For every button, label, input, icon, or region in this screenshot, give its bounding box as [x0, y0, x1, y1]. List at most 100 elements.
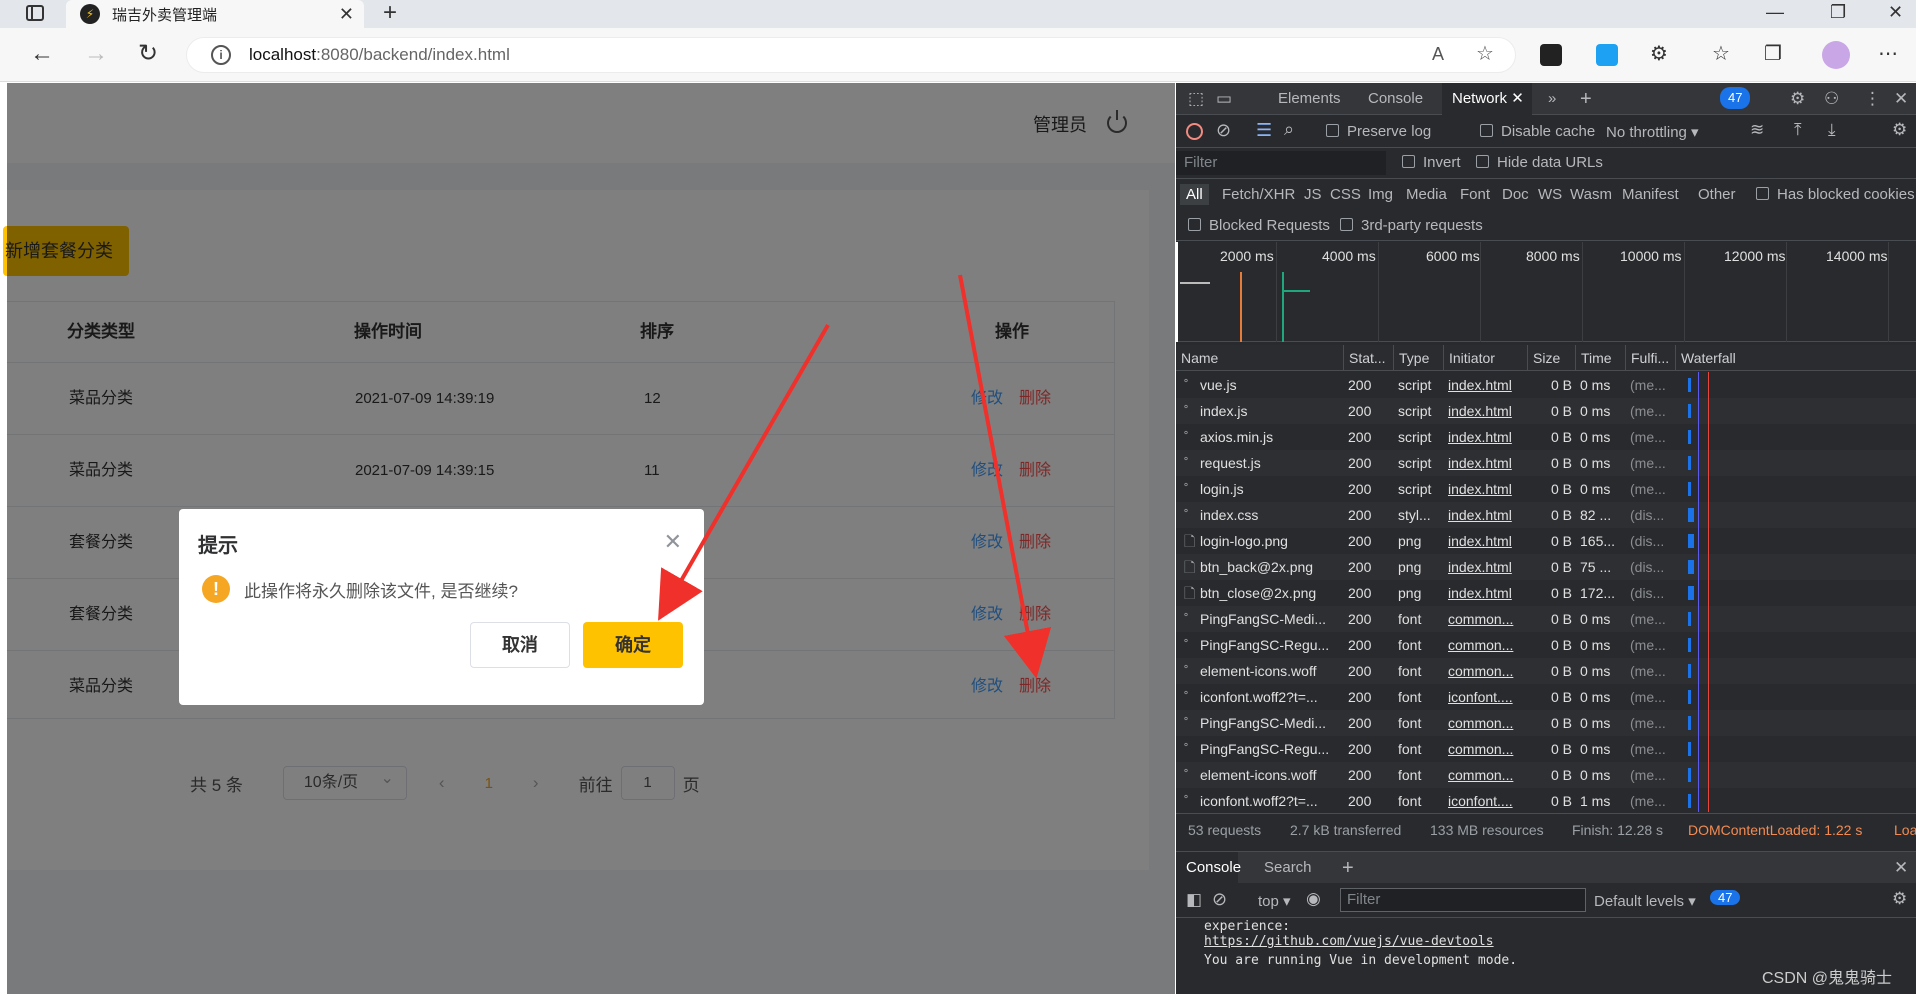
request-row[interactable]: ˚ PingFangSC-Medi... 200 font common... 0 B 0 …: [1176, 710, 1916, 736]
console-link[interactable]: https://github.com/vuejs/vue-devtools: [1204, 934, 1916, 949]
extensions-icon[interactable]: ⚙: [1650, 38, 1668, 70]
col-size[interactable]: Size: [1528, 345, 1576, 371]
type-ws[interactable]: WS: [1538, 186, 1562, 203]
type-fetch-xhr[interactable]: Fetch/XHR: [1222, 186, 1295, 203]
col-name[interactable]: Name: [1176, 345, 1344, 371]
browser-tab[interactable]: ⚡ 瑞吉外卖管理端 ✕: [66, 0, 364, 28]
more-icon[interactable]: ⋯: [1878, 38, 1898, 70]
issues-badge[interactable]: 47: [1720, 87, 1751, 109]
drawer-tab-search[interactable]: Search: [1264, 852, 1312, 884]
new-tab-button[interactable]: +: [376, 0, 404, 28]
extension-icon[interactable]: [1540, 44, 1562, 66]
request-row[interactable]: ˚ index.css 200 styl... index.html 0 B 82 ... (…: [1176, 502, 1916, 528]
request-row[interactable]: ˚ axios.min.js 200 script index.html 0 B 0 ms (…: [1176, 424, 1916, 450]
close-devtools-icon[interactable]: ✕: [1894, 83, 1908, 115]
request-initiator[interactable]: index.html: [1448, 502, 1526, 528]
import-har-icon[interactable]: ⤒: [1794, 120, 1802, 140]
context-select[interactable]: top ▾: [1258, 892, 1291, 910]
tab-network[interactable]: Network ✕: [1442, 83, 1532, 115]
request-row[interactable]: ˚ request.js 200 script index.html 0 B 0 ms (me…: [1176, 450, 1916, 476]
drawer-tab-console[interactable]: Console: [1176, 852, 1241, 884]
site-info-icon[interactable]: i: [211, 45, 231, 65]
type-js[interactable]: JS: [1304, 186, 1322, 203]
log-levels-select[interactable]: Default levels ▾: [1594, 892, 1696, 910]
add-favorite-icon[interactable]: ☆: [1476, 38, 1494, 70]
col-time[interactable]: Time: [1576, 345, 1626, 371]
request-row[interactable]: ˚ element-icons.woff 200 font common... 0 B 0 …: [1176, 762, 1916, 788]
invert-checkbox[interactable]: Invert: [1402, 154, 1461, 171]
request-row[interactable]: ˚ iconfont.woff2?t=... 200 font iconfont....…: [1176, 684, 1916, 710]
type-img[interactable]: Img: [1368, 186, 1393, 203]
type-font[interactable]: Font: [1460, 186, 1490, 203]
preserve-log-checkbox[interactable]: Preserve log: [1326, 123, 1431, 140]
request-initiator[interactable]: common...: [1448, 762, 1526, 788]
col-status[interactable]: Stat...: [1344, 345, 1394, 371]
blocked-requests-checkbox[interactable]: Blocked Requests: [1188, 217, 1330, 234]
sidebar-toggle-icon[interactable]: ◧: [1186, 890, 1202, 910]
type-all[interactable]: All: [1180, 184, 1209, 205]
filter-input[interactable]: Filter: [1176, 151, 1386, 175]
type-media[interactable]: Media: [1406, 186, 1447, 203]
type-doc[interactable]: Doc: [1502, 186, 1529, 203]
request-initiator[interactable]: common...: [1448, 632, 1526, 658]
type-css[interactable]: CSS: [1330, 186, 1361, 203]
reload-icon[interactable]: ↻: [138, 38, 158, 70]
request-row[interactable]: ˚ vue.js 200 script index.html 0 B 0 ms (me...: [1176, 372, 1916, 398]
request-row[interactable]: 🗋 login-logo.png 200 png index.html 0 B 165...…: [1176, 528, 1916, 554]
live-expression-icon[interactable]: ◉: [1306, 889, 1321, 909]
request-initiator[interactable]: index.html: [1448, 528, 1526, 554]
forward-icon[interactable]: →: [84, 38, 108, 70]
menu-icon[interactable]: ⋮: [1864, 83, 1881, 115]
request-initiator[interactable]: common...: [1448, 710, 1526, 736]
col-initiator[interactable]: Initiator: [1444, 345, 1528, 371]
request-initiator[interactable]: common...: [1448, 658, 1526, 684]
record-icon[interactable]: [1186, 123, 1203, 140]
col-fulfilled[interactable]: Fulfi...: [1626, 345, 1676, 371]
close-tab-icon[interactable]: ✕: [339, 4, 354, 25]
cancel-button[interactable]: 取消: [470, 622, 570, 668]
type-wasm[interactable]: Wasm: [1570, 186, 1612, 203]
throttling-select[interactable]: No throttling ▾: [1606, 123, 1699, 141]
request-initiator[interactable]: index.html: [1448, 398, 1526, 424]
profile-avatar[interactable]: [1822, 41, 1850, 69]
close-tab-icon[interactable]: ✕: [1511, 90, 1524, 107]
add-tab-icon[interactable]: +: [1580, 83, 1592, 115]
request-initiator[interactable]: index.html: [1448, 476, 1526, 502]
close-drawer-icon[interactable]: ✕: [1894, 852, 1908, 884]
request-initiator[interactable]: common...: [1448, 736, 1526, 762]
extension-icon-2[interactable]: [1596, 44, 1618, 66]
request-initiator[interactable]: index.html: [1448, 450, 1526, 476]
minimize-icon[interactable]: —: [1766, 2, 1784, 23]
request-initiator[interactable]: index.html: [1448, 424, 1526, 450]
read-aloud-icon[interactable]: A: [1432, 38, 1444, 70]
request-row[interactable]: ˚ PingFangSC-Regu... 200 font common... 0 B 0 …: [1176, 632, 1916, 658]
customize-icon[interactable]: ⚇: [1824, 83, 1839, 115]
close-window-icon[interactable]: ✕: [1888, 2, 1903, 23]
hide-data-urls-checkbox[interactable]: Hide data URLs: [1476, 154, 1603, 171]
type-manifest[interactable]: Manifest: [1622, 186, 1679, 203]
disable-cache-checkbox[interactable]: Disable cache: [1480, 123, 1595, 140]
add-drawer-tab-icon[interactable]: +: [1342, 852, 1354, 884]
console-issues-badge[interactable]: 47: [1710, 890, 1741, 905]
favorites-icon[interactable]: ☆: [1712, 38, 1730, 70]
confirm-button[interactable]: 确定: [583, 622, 683, 668]
tab-console[interactable]: Console: [1368, 83, 1423, 115]
tab-elements[interactable]: Elements: [1278, 83, 1341, 115]
restore-icon[interactable]: ❐: [1830, 2, 1846, 23]
third-party-checkbox[interactable]: 3rd-party requests: [1340, 217, 1483, 234]
collections-icon[interactable]: ❐: [1764, 38, 1782, 70]
type-other[interactable]: Other: [1698, 186, 1736, 203]
back-icon[interactable]: ←: [30, 38, 54, 70]
settings-icon[interactable]: ⚙: [1790, 83, 1805, 115]
request-row[interactable]: ˚ login.js 200 script index.html 0 B 0 ms (me..…: [1176, 476, 1916, 502]
request-row[interactable]: 🗋 btn_close@2x.png 200 png index.html 0 B 172.…: [1176, 580, 1916, 606]
request-initiator[interactable]: common...: [1448, 606, 1526, 632]
console-settings-icon[interactable]: ⚙: [1892, 889, 1907, 909]
device-toolbar-icon[interactable]: ▭: [1216, 83, 1232, 115]
request-initiator[interactable]: iconfont....: [1448, 788, 1526, 812]
search-icon[interactable]: ⌕: [1284, 119, 1294, 140]
address-bar[interactable]: i localhost:8080/backend/index.html: [186, 37, 1516, 73]
request-row[interactable]: ˚ PingFangSC-Medi... 200 font common... 0 B 0 …: [1176, 606, 1916, 632]
more-tabs-icon[interactable]: »: [1548, 83, 1556, 115]
tab-actions-icon[interactable]: [26, 5, 44, 21]
